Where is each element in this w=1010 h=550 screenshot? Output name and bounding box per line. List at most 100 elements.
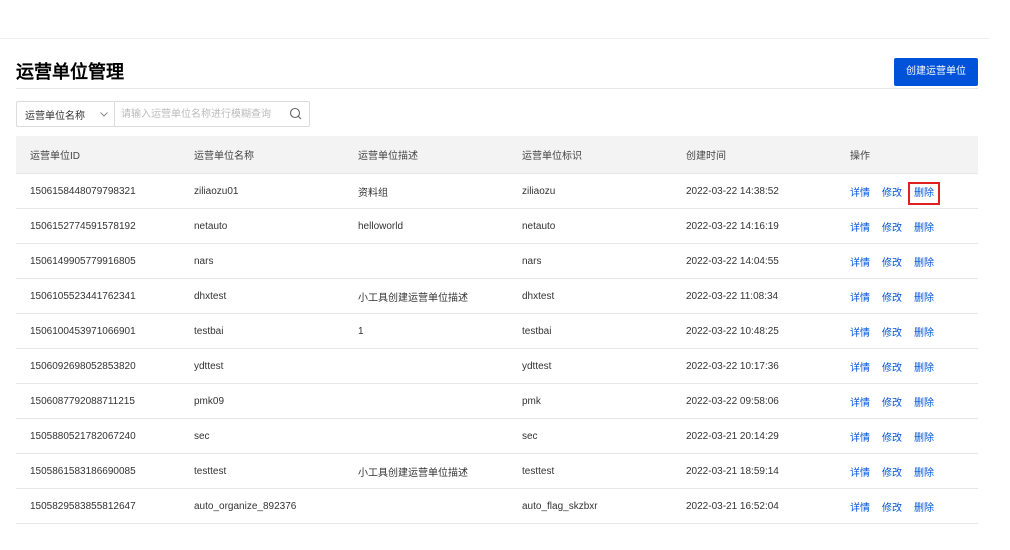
created-time-cell: 2022-03-22 09:58:06 [672,383,836,419]
delete-link[interactable]: 删除 [908,181,940,205]
unit-name-cell: dhxtest [180,278,344,314]
unit-name-cell: pmk09 [180,383,344,419]
unit-name-cell: ydttest [180,348,344,384]
edit-link[interactable]: 修改 [882,188,902,199]
header-divider [16,88,978,89]
table-row: 1505880521782067240 sec sec 2022-03-21 20:1… [16,418,978,454]
search-field-select-label: 运营单位名称 [25,110,85,122]
create-unit-button[interactable]: 创建运营单位 [894,58,978,86]
unit-desc-cell: helloworld [344,208,508,244]
created-time-cell: 2022-03-21 18:59:14 [672,453,836,489]
chevron-down-icon [99,109,109,119]
delete-link[interactable]: 删除 [914,293,934,304]
detail-link[interactable]: 详情 [850,188,870,199]
created-time-cell: 2022-03-21 20:14:29 [672,418,836,454]
edit-link[interactable]: 修改 [882,223,902,234]
unit-flag-cell: dhxtest [508,278,672,314]
unit-id-cell: 1505829583855812647 [16,488,180,524]
column-header-created: 创建时间 [672,136,836,174]
search-field-select[interactable]: 运营单位名称 [17,102,115,126]
unit-id-cell: 1506149905779916805 [16,243,180,279]
row-actions: 详情 修改 删除 [836,418,978,454]
units-table: 运营单位ID 运营单位名称 运营单位描述 运营单位标识 创建时间 操作 1506… [16,136,978,524]
detail-link[interactable]: 详情 [850,258,870,269]
row-actions: 详情 修改 删除 [836,173,978,209]
unit-desc-cell [344,348,508,384]
delete-link[interactable]: 删除 [914,398,934,409]
unit-id-cell: 1506152774591578192 [16,208,180,244]
unit-desc-cell [344,418,508,454]
edit-link[interactable]: 修改 [882,398,902,409]
delete-link[interactable]: 删除 [914,468,934,479]
unit-id-cell: 1506100453971066901 [16,313,180,349]
row-actions: 详情 修改 删除 [836,278,978,314]
edit-link[interactable]: 修改 [882,363,902,374]
unit-flag-cell: pmk [508,383,672,419]
row-actions: 详情 修改 删除 [836,348,978,384]
unit-flag-cell: auto_flag_skzbxr [508,488,672,524]
column-header-id: 运营单位ID [16,136,180,174]
detail-link[interactable]: 详情 [850,363,870,374]
unit-name-cell: nars [180,243,344,279]
table-header-row: 运营单位ID 运营单位名称 运营单位描述 运营单位标识 创建时间 操作 [16,136,978,174]
unit-id-cell: 1506158448079798321 [16,173,180,209]
edit-link[interactable]: 修改 [882,258,902,269]
delete-link[interactable]: 删除 [914,433,934,444]
search-icon[interactable] [283,102,309,126]
detail-link[interactable]: 详情 [850,223,870,234]
edit-link[interactable]: 修改 [882,468,902,479]
unit-desc-cell [344,488,508,524]
unit-flag-cell: testbai [508,313,672,349]
unit-management-panel: 运营单位管理 创建运营单位 运营单位名称 运营单位ID 运营单位名称 [0,39,990,550]
unit-name-cell: sec [180,418,344,454]
table-row: 1506149905779916805 nars nars 2022-03-22 14… [16,243,978,279]
table-row: 1506105523441762341 dhxtest 小工具创建运营单位描述 dhx… [16,278,978,314]
unit-flag-cell: ydttest [508,348,672,384]
search-input[interactable] [115,102,283,126]
unit-name-cell: testtest [180,453,344,489]
unit-flag-cell: netauto [508,208,672,244]
row-actions: 详情 修改 删除 [836,383,978,419]
edit-link[interactable]: 修改 [882,293,902,304]
created-time-cell: 2022-03-22 14:04:55 [672,243,836,279]
column-header-actions: 操作 [836,136,978,174]
column-header-name: 运营单位名称 [180,136,344,174]
unit-id-cell: 1505861583186690085 [16,453,180,489]
unit-name-cell: ziliaozu01 [180,173,344,209]
detail-link[interactable]: 详情 [850,468,870,479]
unit-desc-cell: 小工具创建运营单位描述 [344,278,508,314]
created-time-cell: 2022-03-22 14:16:19 [672,208,836,244]
edit-link[interactable]: 修改 [882,433,902,444]
unit-desc-cell [344,243,508,279]
delete-link[interactable]: 删除 [914,363,934,374]
page-title: 运营单位管理 [16,62,124,82]
table-row: 1505861583186690085 testtest 小工具创建运营单位描述 te… [16,453,978,489]
created-time-cell: 2022-03-21 16:52:04 [672,488,836,524]
edit-link[interactable]: 修改 [882,503,902,514]
table-row: 1506152774591578192 netauto helloworld neta… [16,208,978,244]
column-header-desc: 运营单位描述 [344,136,508,174]
search-bar: 运营单位名称 [16,101,310,127]
detail-link[interactable]: 详情 [850,328,870,339]
unit-flag-cell: testtest [508,453,672,489]
row-actions: 详情 修改 删除 [836,488,978,524]
delete-link[interactable]: 删除 [914,258,934,269]
page-header: 运营单位管理 创建运营单位 [16,49,978,89]
detail-link[interactable]: 详情 [850,293,870,304]
created-time-cell: 2022-03-22 14:38:52 [672,173,836,209]
edit-link[interactable]: 修改 [882,328,902,339]
unit-desc-cell [344,383,508,419]
detail-link[interactable]: 详情 [850,398,870,409]
created-time-cell: 2022-03-22 10:48:25 [672,313,836,349]
detail-link[interactable]: 详情 [850,433,870,444]
delete-link[interactable]: 删除 [914,328,934,339]
created-time-cell: 2022-03-22 11:08:34 [672,278,836,314]
delete-link[interactable]: 删除 [914,503,934,514]
delete-link[interactable]: 删除 [914,223,934,234]
unit-flag-cell: nars [508,243,672,279]
unit-flag-cell: sec [508,418,672,454]
detail-link[interactable]: 详情 [850,503,870,514]
row-actions: 详情 修改 删除 [836,208,978,244]
table-row: 1505829583855812647 auto_organize_892376 a… [16,488,978,524]
unit-desc-cell: 小工具创建运营单位描述 [344,453,508,489]
